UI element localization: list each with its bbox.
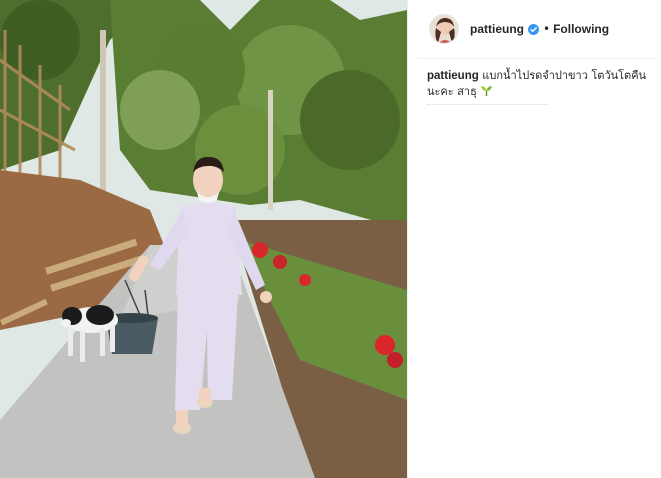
following-button[interactable]: Following: [553, 22, 609, 36]
seedling-icon: [480, 85, 493, 97]
caption-line-1: pattieung แบกน้ำไปรดจำปาขาว โตวันโตคืน: [427, 68, 655, 84]
post-photo[interactable]: [0, 0, 407, 478]
author-username[interactable]: pattieung: [470, 22, 524, 36]
instagram-post: pattieung • Following pattieung แบกน้ำไป…: [0, 0, 661, 478]
post-header: pattieung • Following: [408, 0, 661, 58]
header-divider: [418, 58, 658, 59]
caption-text-line-1: แบกน้ำไปรดจำปาขาว โตวันโตคืน: [482, 69, 647, 82]
caption-line-2: นะคะ สาธุ: [427, 84, 655, 100]
caption-translation-placeholder: [427, 104, 547, 107]
verified-badge-icon: [528, 23, 539, 35]
photo-illustration: [0, 0, 407, 478]
caption-text-line-2: นะคะ สาธุ: [427, 85, 477, 98]
separator-dot: •: [543, 22, 551, 36]
post-side-panel: pattieung • Following pattieung แบกน้ำไป…: [407, 0, 661, 478]
author-avatar[interactable]: [429, 14, 459, 44]
caption-username[interactable]: pattieung: [427, 70, 479, 82]
post-caption: pattieung แบกน้ำไปรดจำปาขาว โตวันโตคืน น…: [427, 68, 655, 107]
